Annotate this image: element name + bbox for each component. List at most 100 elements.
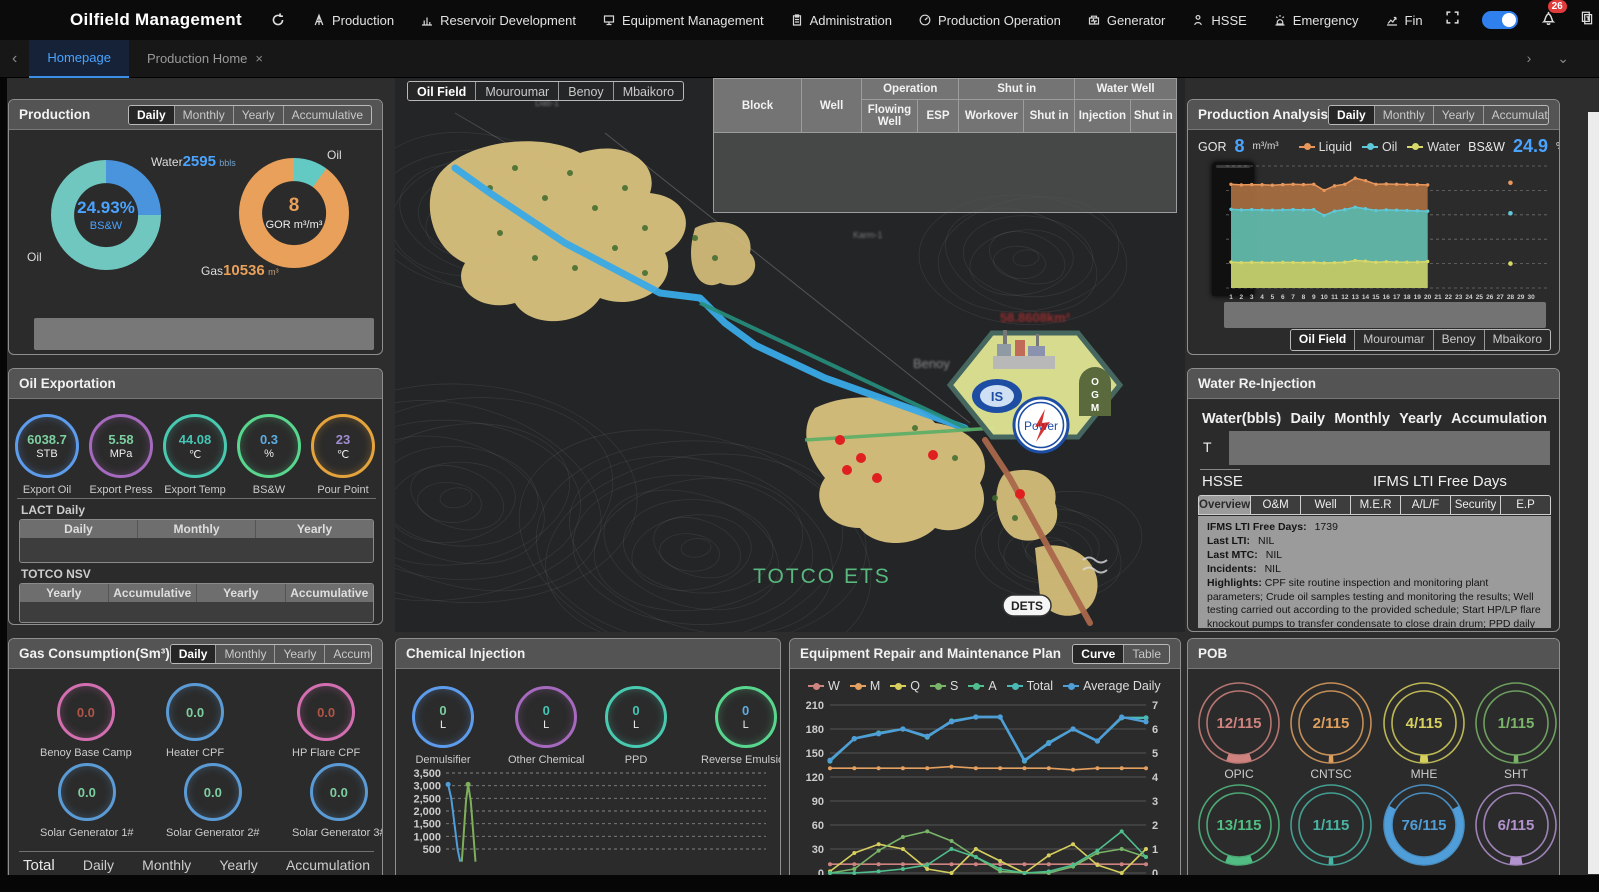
nav-item-equipment-management[interactable]: Equipment Management [602, 13, 764, 28]
gas-tab-yearly[interactable]: Yearly [275, 645, 325, 663]
map-tab-oil-field[interactable]: Oil Field [408, 82, 476, 100]
svg-text:3: 3 [1250, 294, 1254, 301]
production-tab-accumulative[interactable]: Accumulative [284, 106, 371, 124]
totco-ets-label: TOTCO ETS [753, 565, 891, 588]
language-icon[interactable] [1579, 10, 1595, 31]
nav-item-generator[interactable]: Generator [1087, 13, 1166, 28]
map-tab-benoy[interactable]: Benoy [559, 82, 613, 100]
gas-callout: Gas10536 m³ [201, 262, 279, 279]
hsse-tab-a-l-f[interactable]: A/L/F [1401, 496, 1451, 514]
reservoir-development-icon [420, 13, 434, 27]
chemical-injection-panel: Chemical Injection 0LDemulsifier0LOther … [395, 638, 781, 892]
tab-production-home[interactable]: Production Home × [129, 40, 281, 78]
hsse-tab-security[interactable]: Security [1451, 496, 1501, 514]
nav-item-production[interactable]: Production [312, 13, 394, 28]
oilfield-map[interactable]: Dati-1 Karm-1 Benoy 58.8608km² I [395, 78, 1185, 632]
reverse-emulsion-gauge: 0LReverse Emulsion [701, 686, 781, 766]
hsse-tab-well[interactable]: Well [1301, 496, 1351, 514]
field-polygon-center [806, 397, 985, 543]
analysis-tab-monthly[interactable]: Monthly [1375, 106, 1434, 124]
theme-toggle[interactable] [1482, 11, 1518, 29]
tabs-forward-chevron[interactable]: › [1527, 50, 1532, 67]
tab-homepage[interactable]: Homepage [29, 40, 129, 78]
hsse-tabs: OverviewO&MWellM.E.RA/L/FSecurityE.P [1198, 495, 1551, 515]
analysis-field-tab-mouroumar[interactable]: Mouroumar [1355, 330, 1433, 350]
svg-text:3: 3 [1152, 796, 1158, 808]
analysis-field-tab-oil-field[interactable]: Oil Field [1291, 330, 1355, 350]
close-tab-icon[interactable]: × [255, 51, 263, 66]
legend-w: W [808, 679, 840, 693]
fullscreen-icon[interactable] [1445, 10, 1460, 30]
nav-item-fin[interactable]: Fin [1385, 13, 1423, 28]
svg-text:2: 2 [1240, 294, 1244, 301]
gas-tab-accumulative[interactable]: Accumulative [325, 645, 372, 663]
gas-tab-daily[interactable]: Daily [171, 645, 217, 663]
gas-tab-monthly[interactable]: Monthly [216, 645, 275, 663]
production-tab-monthly[interactable]: Monthly [175, 106, 234, 124]
notifications-button[interactable]: 26 [1540, 9, 1557, 31]
analysis-tab-daily[interactable]: Daily [1329, 106, 1375, 124]
pob-gauge-cntsc: 2/115CNTSC [1289, 681, 1373, 781]
nav-item-production-operation[interactable]: Production Operation [918, 13, 1061, 28]
production-tab-daily[interactable]: Daily [129, 106, 175, 124]
analysis-field-tab-mbaikoro[interactable]: Mbaikoro [1485, 330, 1550, 350]
svg-text:210: 210 [806, 700, 824, 712]
equipment-legend: WMQSATotalAverage Daily [808, 679, 1161, 693]
map-tab-mbaikoro[interactable]: Mbaikoro [614, 82, 683, 100]
is-badge: IS [972, 379, 1022, 413]
hsse-tab-o-m[interactable]: O&M [1251, 496, 1301, 514]
demulsifier-gauge: 0LDemulsifier [412, 686, 474, 766]
totco-col-accumulative: Accumulative [109, 584, 198, 602]
svg-text:22: 22 [1445, 294, 1453, 301]
hsse-tab-e-p[interactable]: E.P [1501, 496, 1550, 514]
map-tab-mouroumar[interactable]: Mouroumar [476, 82, 559, 100]
well-status-table: Block Well Operation Shut in Water Well … [713, 78, 1177, 213]
production-period-tabs: DailyMonthlyYearlyAccumulative [128, 105, 372, 125]
hsse-tab-m-e-r[interactable]: M.E.R [1351, 496, 1401, 514]
svg-text:10: 10 [1321, 294, 1329, 301]
oil-exportation-panel: Oil Exportation 6038.7STBExport Oil5.58M… [8, 368, 383, 625]
production-icon [312, 13, 326, 27]
equipment-view-curve[interactable]: Curve [1073, 645, 1124, 663]
svg-text:4: 4 [1260, 294, 1264, 301]
legend-water: Water [1407, 140, 1460, 154]
nav-item-emergency[interactable]: Emergency [1273, 13, 1359, 28]
generator-icon [1087, 13, 1101, 27]
water-col-monthly: Monthly [1334, 411, 1390, 427]
bs-w-gauge: 0.3%BS&W [237, 414, 301, 496]
hsse-subtitle: IFMS LTI Free Days [1373, 473, 1507, 490]
nav-item-administration[interactable]: Administration [790, 13, 892, 28]
legend-average-daily: Average Daily [1063, 679, 1161, 693]
gor-metric: 8 [1234, 136, 1244, 157]
well-label-2: Karm-1 [853, 230, 883, 240]
svg-text:19: 19 [1414, 294, 1422, 301]
analysis-datazoom-bar[interactable] [1224, 302, 1546, 328]
map-field-tabs: Oil FieldMouroumarBenoyMbaikoro [407, 81, 684, 101]
refresh-icon[interactable] [270, 12, 286, 28]
production-tab-yearly[interactable]: Yearly [234, 106, 284, 124]
pob-gauge-mhe: 4/115MHE [1382, 681, 1466, 781]
production-datazoom-bar[interactable] [34, 318, 374, 350]
water-reinjection-panel: Water Re-Injection Water(bbls)DailyMonth… [1187, 368, 1560, 632]
analysis-tab-accumulative[interactable]: Accumulative [1484, 106, 1549, 124]
nav-item-reservoir-development[interactable]: Reservoir Development [420, 13, 576, 28]
svg-text:6: 6 [1281, 294, 1285, 301]
totco-col-accumulative: Accumulative [286, 584, 374, 602]
analysis-tab-yearly[interactable]: Yearly [1434, 106, 1484, 124]
nav-item-hsse[interactable]: HSSE [1191, 13, 1246, 28]
analysis-field-tab-benoy[interactable]: Benoy [1434, 330, 1485, 350]
hsse-tab-overview[interactable]: Overview [1199, 496, 1251, 514]
lact-daily-label: LACT Daily [21, 503, 85, 517]
water-row-partial: T [1203, 439, 1212, 455]
app-title: Oilfield Management [70, 10, 242, 30]
svg-text:1,500: 1,500 [413, 819, 441, 831]
hsse-highlights: Highlights: CPF site routine inspection … [1207, 577, 1542, 628]
pob-gauge-6: 1/115 [1289, 783, 1373, 867]
hsse-field-last-mtc: Last MTC:NIL [1207, 549, 1542, 561]
tabs-dropdown-chevron[interactable]: ⌄ [1557, 50, 1569, 67]
equipment-management-icon [602, 13, 616, 27]
tabs-back-chevron[interactable]: ‹ [0, 50, 29, 68]
hsse-title: HSSE [1202, 473, 1243, 490]
svg-text:2: 2 [1152, 820, 1158, 832]
equipment-view-table[interactable]: Table [1124, 645, 1169, 663]
